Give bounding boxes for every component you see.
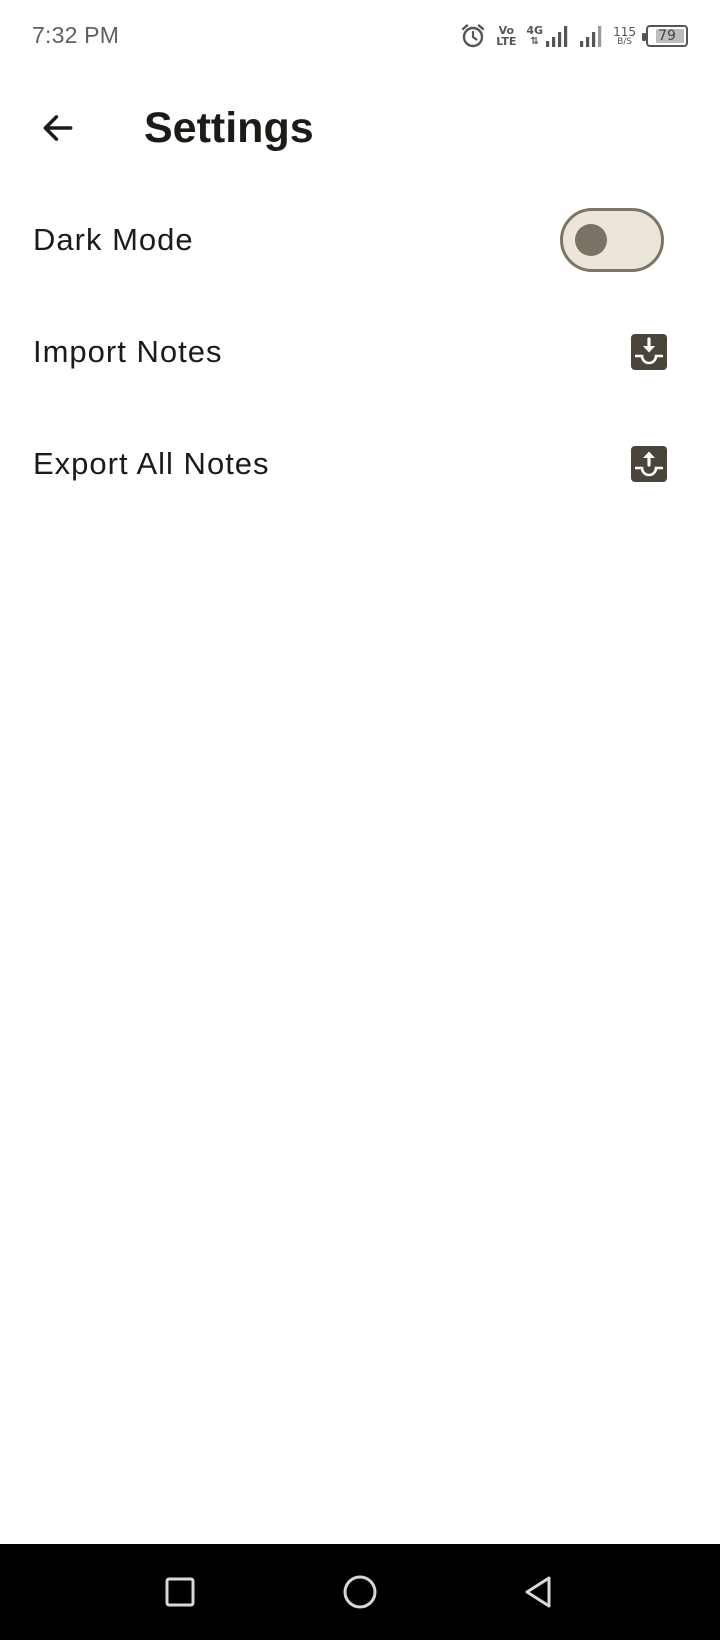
volte-bottom-text: LTE <box>496 35 517 48</box>
data-arrows-icon: ⇅ <box>530 36 539 47</box>
speed-unit: B/S <box>617 36 632 47</box>
toggle-knob <box>575 224 607 256</box>
settings-list: Dark Mode Import Notes Export All Notes <box>0 184 720 520</box>
network-speed: 115 B/S <box>613 26 636 47</box>
signal-icon <box>579 24 603 48</box>
battery-icon: 79 <box>642 25 688 47</box>
settings-screen: 7:32 PM Vo LTE 4G ⇅ 115 B/S 79 Settings … <box>0 0 720 1640</box>
alarm-icon <box>460 23 486 49</box>
arrow-back-icon <box>43 115 73 141</box>
volte-icon: Vo LTE <box>496 25 516 47</box>
status-bar: 7:32 PM Vo LTE 4G ⇅ 115 B/S 79 <box>0 0 720 72</box>
inbox-upload-icon[interactable] <box>630 445 668 483</box>
signal-4g-icon: 4G ⇅ <box>526 24 569 48</box>
setting-label-import-notes: Import Notes <box>33 334 223 369</box>
home-circle-icon[interactable] <box>336 1568 384 1616</box>
inbox-download-icon[interactable] <box>630 333 668 371</box>
speed-value: 115 <box>613 24 636 39</box>
network-type-text: 4G <box>526 24 544 37</box>
setting-label-export-all-notes: Export All Notes <box>33 446 270 481</box>
back-triangle-icon[interactable] <box>514 1568 562 1616</box>
back-button[interactable] <box>30 100 86 156</box>
setting-row-import-notes[interactable]: Import Notes <box>0 296 720 408</box>
status-time: 7:32 PM <box>32 22 120 48</box>
setting-row-export-all-notes[interactable]: Export All Notes <box>0 408 720 520</box>
recents-square-icon[interactable] <box>156 1568 204 1616</box>
dark-mode-toggle[interactable] <box>560 208 664 272</box>
status-icons: Vo LTE 4G ⇅ 115 B/S 79 <box>460 20 688 52</box>
setting-row-dark-mode[interactable]: Dark Mode <box>0 184 720 296</box>
battery-level: 79 <box>658 28 676 44</box>
system-nav-bar <box>0 1544 720 1640</box>
setting-label-dark-mode: Dark Mode <box>33 222 194 257</box>
app-bar: Settings <box>0 86 720 170</box>
page-title: Settings <box>144 104 314 152</box>
